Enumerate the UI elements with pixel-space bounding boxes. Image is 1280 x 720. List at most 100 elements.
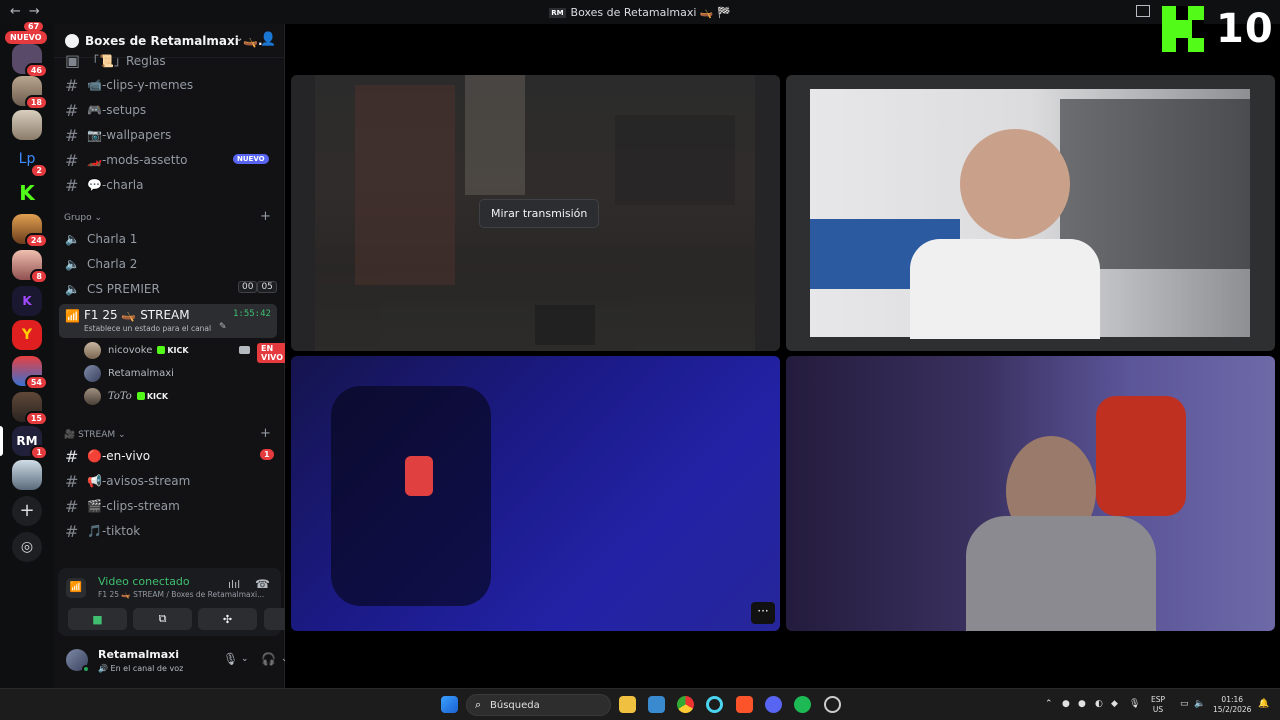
- watch-stream-button[interactable]: Mirar transmisión: [479, 199, 600, 228]
- tray-app-icon[interactable]: ◆: [1111, 699, 1118, 709]
- channel-en-vivo[interactable]: # 🔴-en-vivo 1: [59, 444, 277, 468]
- channel-wallpapers[interactable]: # 📷-wallpapers: [59, 123, 277, 147]
- spotify-icon[interactable]: [794, 696, 811, 713]
- disconnect-icon[interactable]: ☎: [255, 577, 270, 591]
- more-options-button[interactable]: ···: [751, 602, 775, 624]
- channel-tiktok[interactable]: # 🎵-tiktok: [59, 519, 277, 543]
- channel-clips-y-memes[interactable]: # 📹-clips-y-memes: [59, 73, 277, 97]
- camera-button[interactable]: ■: [68, 608, 127, 630]
- server-icon[interactable]: 15: [12, 392, 48, 426]
- microphone-icon[interactable]: 🎙: [223, 652, 238, 666]
- channel-avisos-stream[interactable]: # 📢-avisos-stream: [59, 469, 277, 493]
- channel-label: 🔴-en-vivo: [87, 449, 151, 463]
- activities-icon: ✣: [222, 612, 233, 626]
- stream-tile[interactable]: Mirar transmisión: [291, 75, 780, 351]
- network-icon[interactable]: ▭: [1180, 699, 1189, 709]
- speaker-icon: 🔈: [65, 257, 80, 271]
- user-panel: Retamalmaxi 🔊 En el canal de voz 🎙 ⌄ 🎧 ⌄…: [58, 642, 316, 680]
- alexa-icon[interactable]: [706, 696, 723, 713]
- channel-label: 「📜」Reglas: [87, 53, 166, 68]
- brave-icon[interactable]: [736, 696, 753, 713]
- voice-member[interactable]: nicovoke KICK EN VIVO: [84, 339, 288, 363]
- server-icon-retamalmaxi[interactable]: RM 1: [12, 426, 48, 460]
- discord-icon[interactable]: [765, 696, 782, 713]
- screen-share-button[interactable]: ⧉: [133, 608, 192, 630]
- online-status-icon: [82, 665, 90, 673]
- edit-icon[interactable]: ✎: [219, 322, 227, 332]
- voice-channel-status[interactable]: Establece un estado para el canal: [84, 324, 211, 333]
- noise-suppression-icon[interactable]: ılıl: [228, 578, 240, 591]
- channel-clips-stream[interactable]: # 🎬-clips-stream: [59, 494, 277, 518]
- channel-charla[interactable]: # 💬-charla: [59, 173, 277, 197]
- category-grupo[interactable]: Grupo ⌄: [64, 213, 102, 223]
- server-icon[interactable]: 24: [12, 214, 48, 248]
- system-clock[interactable]: 01:16 15/2/2026: [1213, 695, 1251, 715]
- stream-voice-icon: 📶: [65, 309, 80, 323]
- create-channel-icon[interactable]: +: [260, 209, 271, 224]
- voice-channel-name: F1 25 🛶 STREAM: [84, 308, 190, 322]
- voice-connection-channel[interactable]: F1 25 🛶 STREAM / Boxes de Retamalmaxi...: [98, 590, 268, 599]
- headphones-icon[interactable]: 🎧: [261, 652, 276, 666]
- announcement-icon: ▣: [65, 50, 81, 70]
- person-shirt: [966, 516, 1156, 631]
- chrome-icon[interactable]: [677, 696, 694, 713]
- volume-icon[interactable]: 🔈: [1194, 699, 1205, 709]
- start-icon[interactable]: [441, 696, 458, 713]
- create-channel-icon[interactable]: +: [260, 426, 271, 441]
- voice-channel-cs-premier[interactable]: 🔈 CS PREMIER 00 05: [59, 277, 277, 301]
- camera-tile[interactable]: [786, 75, 1275, 351]
- windows-taskbar: ⌕ Búsqueda ⌃ ● ● ◐ ◆ 🎙 ESP US ▭ 🔈 01:16 15…: [0, 688, 1280, 720]
- input-language[interactable]: ESP US: [1151, 695, 1165, 715]
- active-voice-channel[interactable]: 📶 F1 25 🛶 STREAM Establece un estado par…: [59, 304, 277, 338]
- mention-badge: 1: [260, 449, 274, 460]
- kick-server-icon[interactable]: K: [12, 178, 42, 208]
- server-list: 67 NUEVO 46 18 Lp 2 K 24 8 K Y 54 15 RM 1 …: [0, 22, 54, 688]
- inbox-icon[interactable]: [1136, 5, 1150, 17]
- tray-app-icon[interactable]: ◐: [1095, 699, 1103, 709]
- gaming-chair: [1096, 396, 1186, 516]
- live-badge: EN VIVO: [257, 343, 288, 363]
- add-server-icon[interactable]: +: [12, 496, 42, 526]
- screen-share-icon: ⧉: [158, 612, 167, 625]
- taskbar-search[interactable]: ⌕ Búsqueda: [466, 694, 611, 716]
- server-icon[interactable]: 8: [12, 250, 48, 284]
- store-icon[interactable]: [648, 696, 665, 713]
- server-icon[interactable]: 18: [12, 76, 48, 110]
- server-icon[interactable]: 46: [12, 44, 48, 78]
- voice-channel-charla-2[interactable]: 🔈 Charla 2: [59, 252, 277, 276]
- channel-setups[interactable]: # 🎮-setups: [59, 98, 277, 122]
- hash-icon: #: [65, 521, 79, 541]
- server-icon[interactable]: 54: [12, 356, 48, 390]
- activities-button[interactable]: ✣: [198, 608, 257, 630]
- server-icon[interactable]: [12, 460, 42, 490]
- app-icon[interactable]: [824, 696, 841, 713]
- chevron-up-icon[interactable]: ⌃: [1045, 699, 1053, 709]
- file-explorer-icon[interactable]: [619, 696, 636, 713]
- kick-tag-label: KICK: [146, 391, 169, 401]
- connection-signal-icon[interactable]: 📶: [66, 578, 86, 598]
- voice-member[interactable]: ToTo KICK: [84, 385, 296, 407]
- voice-channel-charla-1[interactable]: 🔈 Charla 1: [59, 227, 277, 251]
- server-icon[interactable]: Lp 2: [12, 144, 48, 178]
- invite-people-icon[interactable]: 👤: [260, 32, 276, 47]
- server-icon[interactable]: [12, 110, 42, 140]
- camera-tile[interactable]: [786, 356, 1275, 631]
- discover-icon[interactable]: ◎: [12, 532, 42, 562]
- server-badge: 15: [24, 411, 48, 426]
- notification-bell-icon[interactable]: 🔔: [1258, 699, 1269, 709]
- chevron-down-icon[interactable]: ⌄: [241, 654, 249, 664]
- server-icon[interactable]: K: [12, 286, 42, 316]
- voice-member[interactable]: Retamalmaxi: [84, 362, 296, 384]
- server-icon[interactable]: Y: [12, 320, 42, 350]
- channel-reglas[interactable]: ▣ 「📜」Reglas: [59, 50, 277, 70]
- tray-app-icon[interactable]: ●: [1078, 699, 1086, 709]
- avatar[interactable]: [66, 649, 90, 673]
- camera-tile[interactable]: ···: [291, 356, 780, 631]
- category-stream[interactable]: 🎥 STREAM ⌄: [64, 430, 126, 440]
- chevron-down-icon[interactable]: ⌄: [235, 33, 243, 44]
- channel-mods-assetto[interactable]: # 🏎️-mods-assetto NUEVO: [59, 148, 277, 172]
- tray-app-icon[interactable]: ●: [1062, 699, 1070, 709]
- microphone-tray-icon[interactable]: 🎙: [1129, 699, 1140, 709]
- username[interactable]: Retamalmaxi: [98, 648, 179, 661]
- new-pill: NUEVO: [5, 31, 47, 44]
